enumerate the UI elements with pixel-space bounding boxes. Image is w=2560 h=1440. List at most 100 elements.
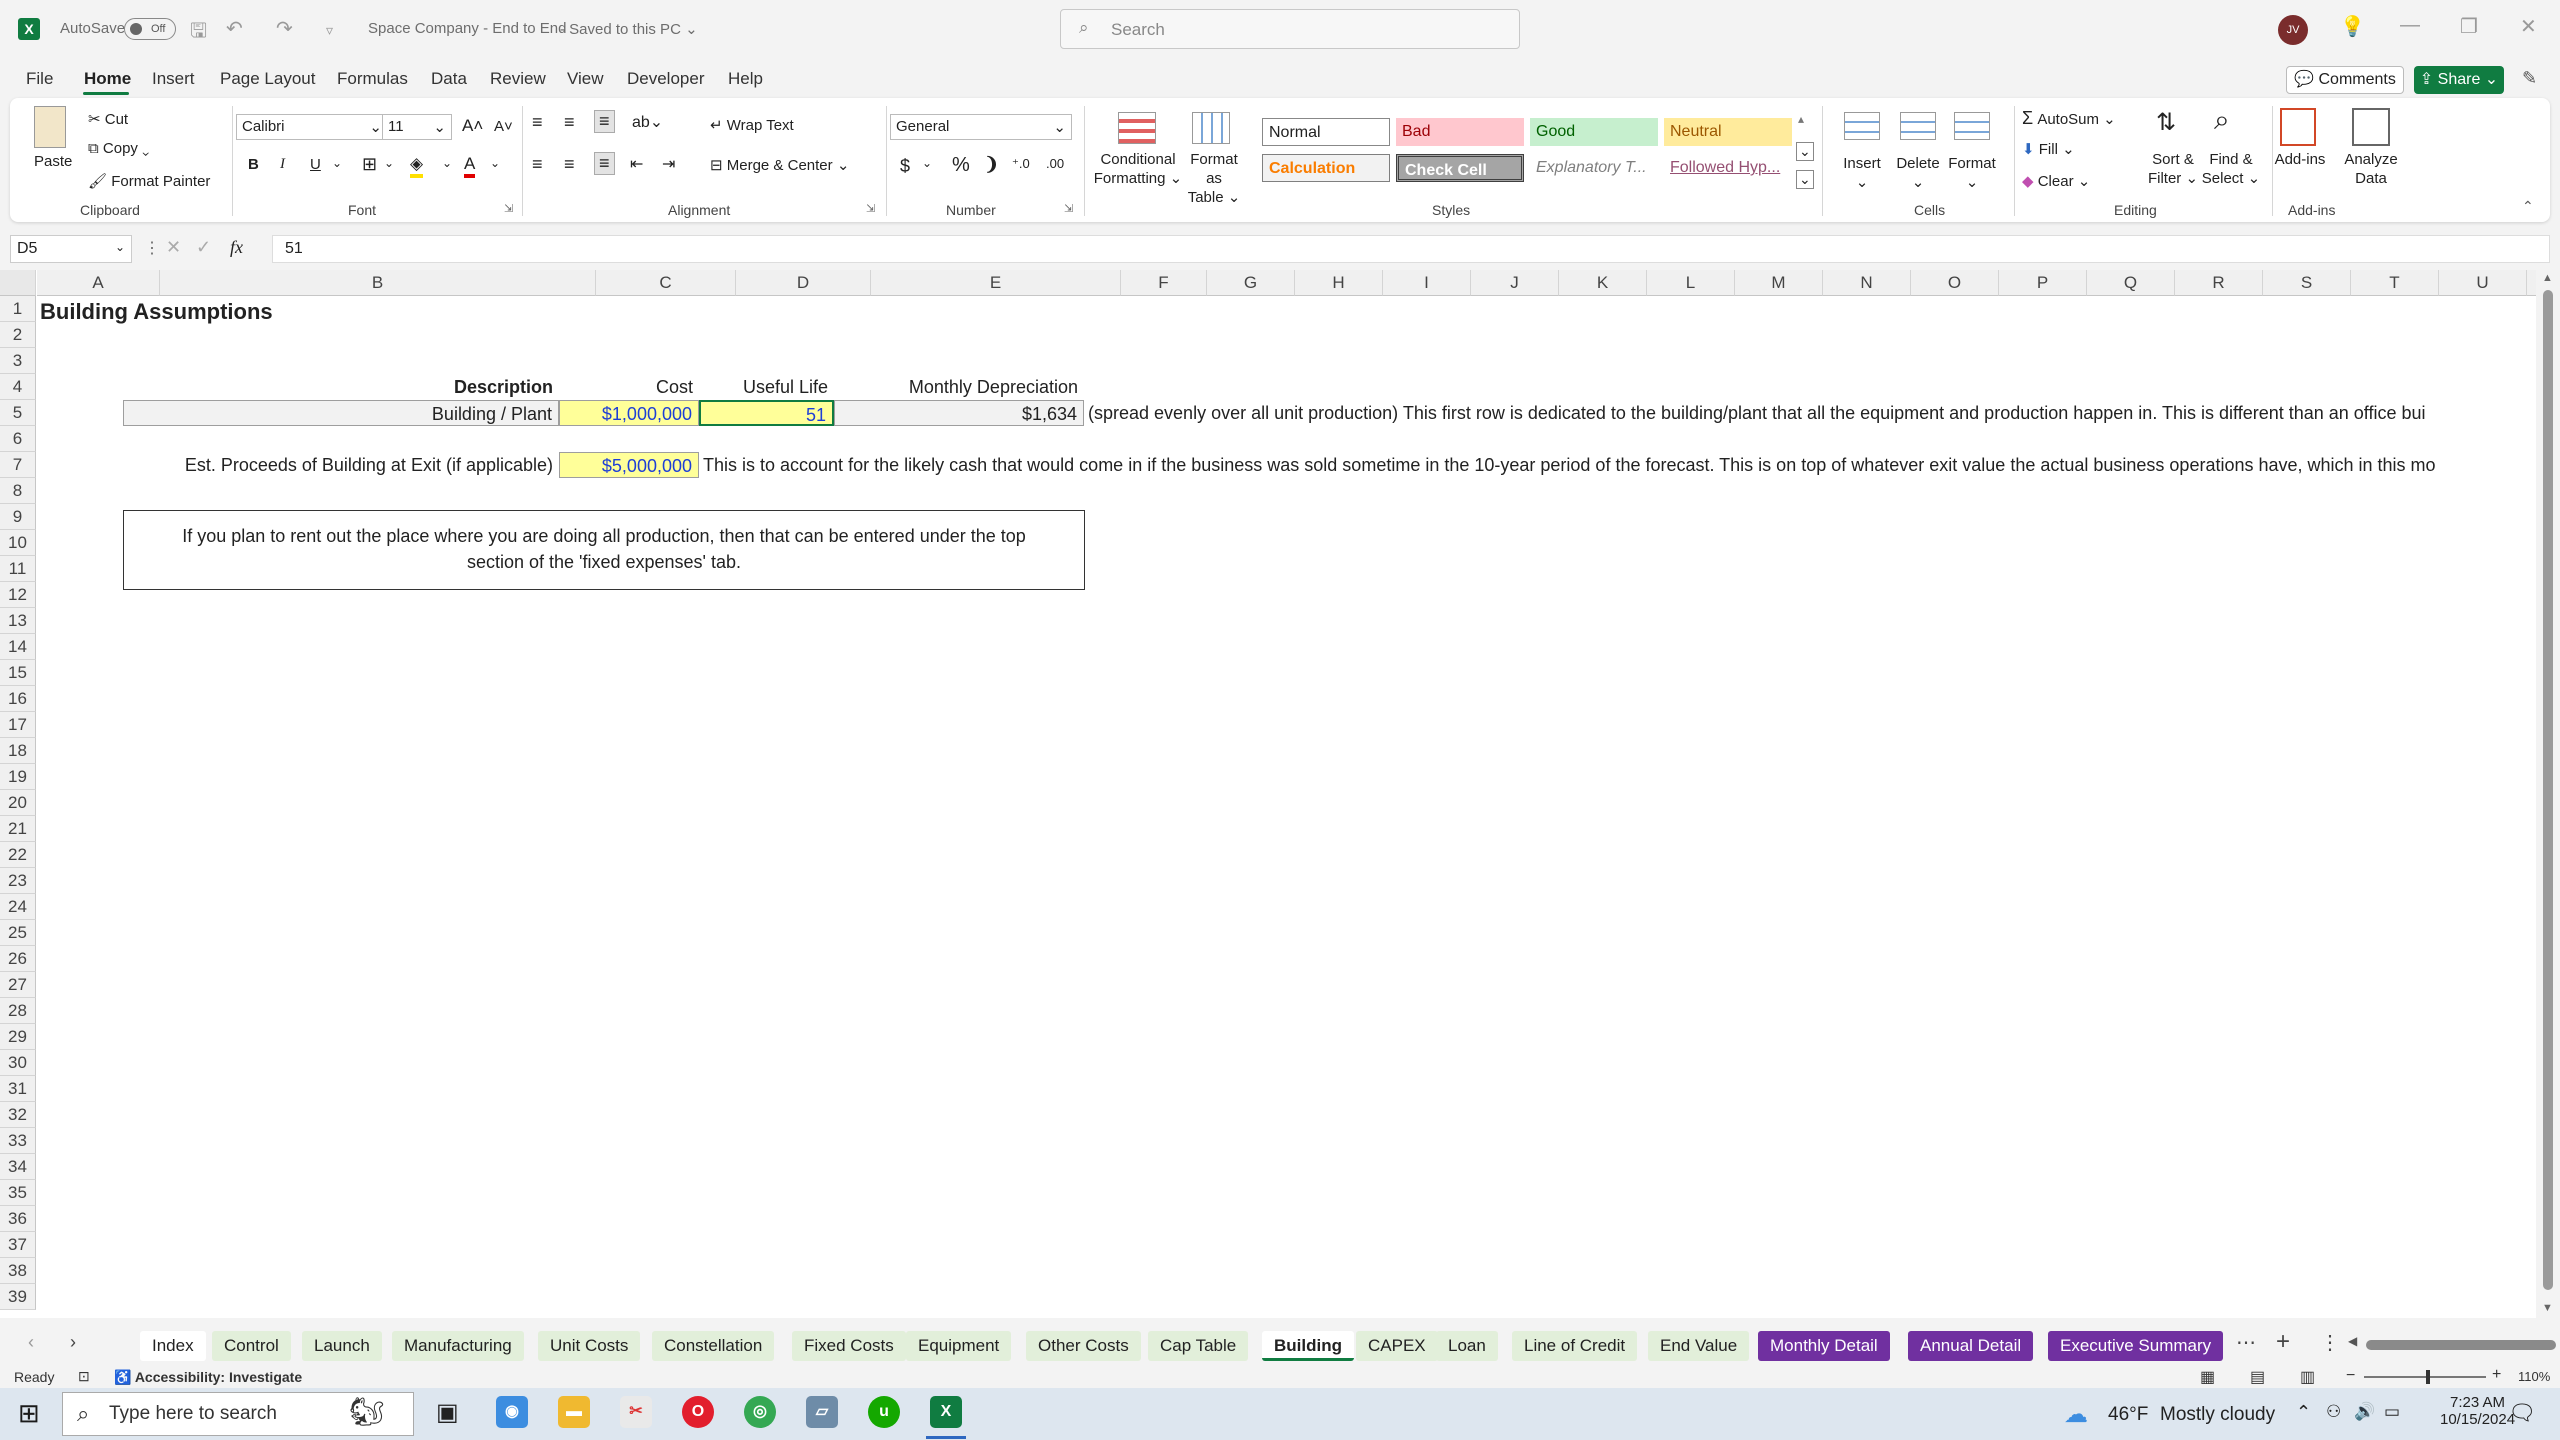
column-header[interactable]: H [1295, 270, 1383, 296]
styles-scroll-up-icon[interactable]: ▴ [1798, 112, 1804, 126]
comments-button[interactable]: 💬 Comments [2286, 66, 2404, 94]
macro-record-icon[interactable]: ⊡ [78, 1368, 90, 1385]
accessibility-status[interactable]: ♿ Accessibility: Investigate [114, 1369, 302, 1386]
row-header[interactable]: 28 [0, 998, 36, 1024]
sheet-tab-other-costs[interactable]: Other Costs [1026, 1331, 1141, 1361]
app-icon[interactable]: ▱ [806, 1396, 838, 1428]
row-header[interactable]: 1 [0, 296, 36, 322]
row-header[interactable]: 9 [0, 504, 36, 530]
row-header[interactable]: 16 [0, 686, 36, 712]
tab-data[interactable]: Data [431, 69, 467, 89]
row-header[interactable]: 38 [0, 1258, 36, 1284]
sheet-tab-line-of-credit[interactable]: Line of Credit [1512, 1331, 1638, 1361]
conditional-formatting-button[interactable]: Conditional Formatting ⌄ [1092, 150, 1184, 188]
row-header[interactable]: 2 [0, 322, 36, 348]
column-header[interactable]: M [1735, 270, 1823, 296]
row-header[interactable]: 10 [0, 530, 36, 556]
font-size-select[interactable]: 11 ⌄ [382, 114, 452, 140]
tab-review[interactable]: Review [490, 69, 546, 89]
decrease-decimal-icon[interactable]: .00 [1046, 156, 1064, 171]
currency-button[interactable]: $ [900, 156, 910, 177]
meet-now-icon[interactable]: ⚇ [2326, 1402, 2341, 1422]
currency-dropdown-icon[interactable]: ⌄ [922, 156, 932, 170]
merge-center-button[interactable]: ⊟ Merge & Center ⌄ [710, 156, 849, 174]
cancel-formula-icon[interactable]: ✕ [166, 237, 181, 258]
weather-text[interactable]: Mostly cloudy [2160, 1404, 2275, 1426]
style-bad[interactable]: Bad [1396, 118, 1524, 146]
row-header[interactable]: 32 [0, 1102, 36, 1128]
zoom-in-icon[interactable]: + [2492, 1366, 2501, 1384]
snipping-tool-icon[interactable]: ✂ [620, 1396, 652, 1428]
normal-view-icon[interactable]: ▦ [2200, 1367, 2215, 1387]
name-box[interactable]: D5 ⌄ [10, 235, 132, 263]
column-header[interactable]: P [1999, 270, 2087, 296]
row-header[interactable]: 8 [0, 478, 36, 504]
save-status[interactable]: - Saved to this PC ⌄ [560, 20, 698, 38]
zoom-out-icon[interactable]: − [2346, 1367, 2355, 1385]
comma-button[interactable]: ❩ [984, 154, 999, 175]
scroll-up-icon[interactable]: ▲ [2542, 272, 2553, 284]
analyze-data-icon[interactable] [2352, 108, 2390, 146]
hscroll-left-icon[interactable]: ◀ [2348, 1334, 2357, 1348]
excel-taskbar-icon[interactable]: X [930, 1396, 962, 1428]
rent-note-textbox[interactable]: If you plan to rent out the place where … [123, 510, 1085, 590]
font-dialog-launcher-icon[interactable]: ⇲ [504, 202, 513, 215]
column-header[interactable]: A [37, 270, 160, 296]
row-header[interactable]: 18 [0, 738, 36, 764]
more-sheets-icon[interactable]: ⋯ [2236, 1330, 2256, 1355]
weather-icon[interactable]: ☁ [2064, 1400, 2088, 1429]
insert-function-button[interactable]: fx [230, 237, 243, 258]
share-button[interactable]: ⇪ Share ⌄ [2414, 66, 2504, 94]
font-color-icon[interactable]: A [464, 154, 476, 178]
next-sheet-icon[interactable]: › [70, 1332, 76, 1353]
sheet-tab-constellation[interactable]: Constellation [652, 1331, 775, 1361]
style-good[interactable]: Good [1530, 118, 1658, 146]
column-header[interactable]: G [1207, 270, 1295, 296]
formula-input[interactable]: 51 [272, 235, 2550, 263]
paste-button[interactable]: Paste [34, 152, 72, 171]
row-header[interactable]: 13 [0, 608, 36, 634]
tab-help[interactable]: Help [728, 69, 763, 89]
format-cells-icon[interactable] [1954, 112, 1990, 140]
fill-color-icon[interactable]: ◈ [410, 154, 424, 178]
avatar[interactable]: JV [2278, 15, 2308, 45]
find-select-button[interactable]: Find & Select ⌄ [2196, 150, 2266, 188]
styles-scroll-down-icon[interactable]: ⌄ [1796, 142, 1814, 161]
select-all-corner[interactable] [0, 270, 36, 296]
row-header[interactable]: 21 [0, 816, 36, 842]
conditional-formatting-icon[interactable] [1118, 112, 1156, 144]
sheet-tab-index[interactable]: Index [140, 1331, 206, 1361]
vertical-scrollbar[interactable]: ▲ ▼ [2536, 270, 2560, 1318]
column-header[interactable]: U [2439, 270, 2527, 296]
style-followed-hyperlink[interactable]: Followed Hyp... [1664, 154, 1792, 182]
column-header[interactable]: K [1559, 270, 1647, 296]
add-ins-button[interactable]: Add-ins [2272, 150, 2328, 169]
sheet-tab-loan[interactable]: Loan [1436, 1331, 1498, 1361]
row-header[interactable]: 37 [0, 1232, 36, 1258]
row-header[interactable]: 19 [0, 764, 36, 790]
decrease-indent-icon[interactable]: ⇤ [630, 154, 643, 174]
minimize-icon[interactable]: — [2400, 14, 2420, 37]
prev-sheet-icon[interactable]: ‹ [28, 1332, 34, 1353]
delete-cells-button[interactable]: Delete ⌄ [1892, 154, 1944, 192]
font-family-select[interactable]: Calibri ⌄ [236, 114, 388, 140]
page-break-view-icon[interactable]: ▥ [2300, 1367, 2315, 1387]
opera-icon[interactable]: O [682, 1396, 714, 1428]
row-header[interactable]: 29 [0, 1024, 36, 1050]
column-header[interactable]: L [1647, 270, 1735, 296]
wrap-text-button[interactable]: ↵ Wrap Text [710, 116, 794, 134]
column-header[interactable]: N [1823, 270, 1911, 296]
row-header[interactable]: 24 [0, 894, 36, 920]
tab-formulas[interactable]: Formulas [337, 69, 408, 89]
style-neutral[interactable]: Neutral [1664, 118, 1792, 146]
sheet-tab-launch[interactable]: Launch [302, 1331, 382, 1361]
monthly-depreciation-cell[interactable]: $1,634 [834, 400, 1084, 426]
row-header[interactable]: 12 [0, 582, 36, 608]
tab-file[interactable]: File [26, 69, 53, 89]
header-useful-life[interactable]: Useful Life [699, 374, 834, 400]
search-input[interactable]: ⌕ Search [1060, 9, 1520, 49]
tab-view[interactable]: View [567, 69, 604, 89]
network-icon[interactable]: ▭ [2384, 1402, 2400, 1422]
row-header[interactable]: 35 [0, 1180, 36, 1206]
row-header[interactable]: 3 [0, 348, 36, 374]
